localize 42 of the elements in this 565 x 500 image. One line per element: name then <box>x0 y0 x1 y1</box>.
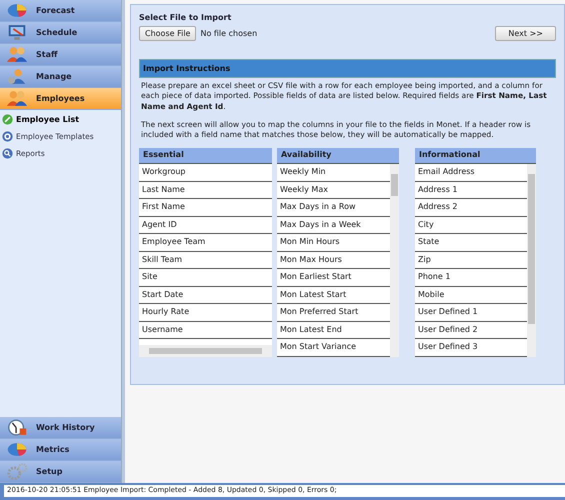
nav-item[interactable]: Forecast <box>0 0 121 22</box>
people-icon <box>6 46 28 63</box>
list-item[interactable]: Hourly Rate <box>139 304 272 322</box>
list-item[interactable]: Start Date <box>139 286 272 304</box>
list-item[interactable]: First Name <box>139 199 272 217</box>
list-item[interactable]: Username <box>139 322 272 340</box>
list-header: Essential <box>139 148 272 164</box>
nav-item[interactable]: Metrics <box>0 439 121 461</box>
list-item[interactable]: Employee Team <box>139 234 272 252</box>
nav-item[interactable]: Schedule <box>0 22 121 44</box>
horizontal-scrollbar[interactable] <box>139 345 272 358</box>
nav-item[interactable]: Employees <box>0 88 121 110</box>
list-item[interactable]: Last Name <box>139 182 272 200</box>
search-icon <box>2 148 13 159</box>
next-button[interactable]: Next >> <box>495 26 556 41</box>
vertical-scrollbar[interactable] <box>390 164 399 358</box>
monitor-icon <box>6 24 28 41</box>
nav-item[interactable]: Setup <box>0 461 121 483</box>
file-status: No file chosen <box>200 29 258 38</box>
choose-file-button[interactable]: Choose File <box>139 26 196 41</box>
nav-item[interactable]: Work History <box>0 417 121 439</box>
gear-icon <box>2 131 13 142</box>
list-item[interactable]: Skill Team <box>139 252 272 270</box>
nav-item[interactable]: Manage <box>0 66 121 88</box>
nav-item[interactable]: Staff <box>0 44 121 66</box>
pie-icon <box>6 2 28 19</box>
clock-icon <box>6 419 28 436</box>
section-title: Select File to Import <box>139 13 232 22</box>
person-icon <box>6 68 28 85</box>
pencil-icon <box>2 114 13 125</box>
list-item[interactable]: Agent ID <box>139 216 272 234</box>
instructions-header: Import Instructions <box>139 59 556 78</box>
people-icon <box>6 90 28 107</box>
sidebar-link[interactable]: Employee List <box>2 112 119 127</box>
gear-icon <box>6 463 28 480</box>
list-item[interactable]: Workgroup <box>139 164 272 182</box>
vertical-scrollbar[interactable] <box>527 164 536 358</box>
list-header: Availability <box>277 148 399 164</box>
splitter[interactable] <box>121 0 125 483</box>
list-header: Informational <box>415 148 536 164</box>
list-item[interactable]: Site <box>139 269 272 287</box>
pie-icon <box>6 441 28 458</box>
